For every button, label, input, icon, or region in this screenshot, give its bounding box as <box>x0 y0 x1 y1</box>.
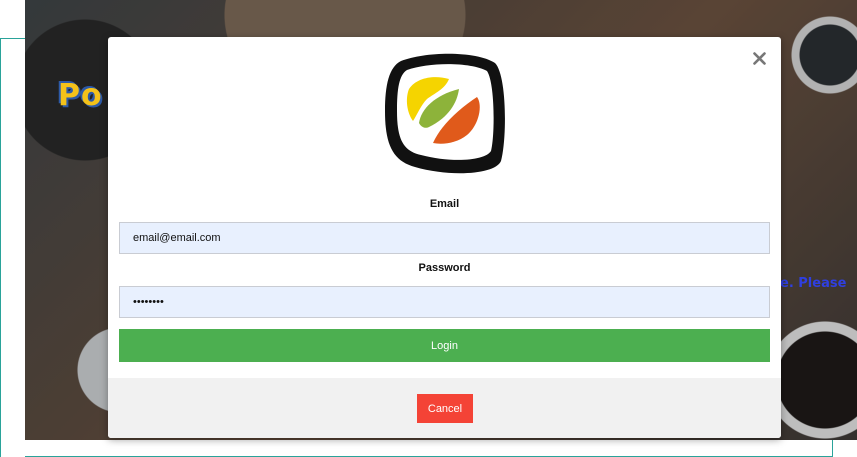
password-field[interactable] <box>119 286 770 318</box>
email-label: Email <box>429 198 460 210</box>
frame-line <box>0 38 25 39</box>
close-button[interactable] <box>748 47 770 69</box>
background-text: e. Please <box>780 276 847 291</box>
frame-line-left <box>0 38 1 457</box>
login-modal: Email Password Login Cancel <box>108 37 781 438</box>
modal-footer: Cancel <box>108 378 781 438</box>
close-icon <box>752 51 766 65</box>
password-label: Password <box>418 262 471 274</box>
cancel-button[interactable]: Cancel <box>417 394 473 423</box>
login-button[interactable]: Login <box>119 329 770 362</box>
frame-line-right <box>832 440 833 457</box>
sushi-roll-logo-icon <box>385 53 505 174</box>
background-brand-logo: Po <box>58 78 103 113</box>
email-field[interactable] <box>119 222 770 254</box>
